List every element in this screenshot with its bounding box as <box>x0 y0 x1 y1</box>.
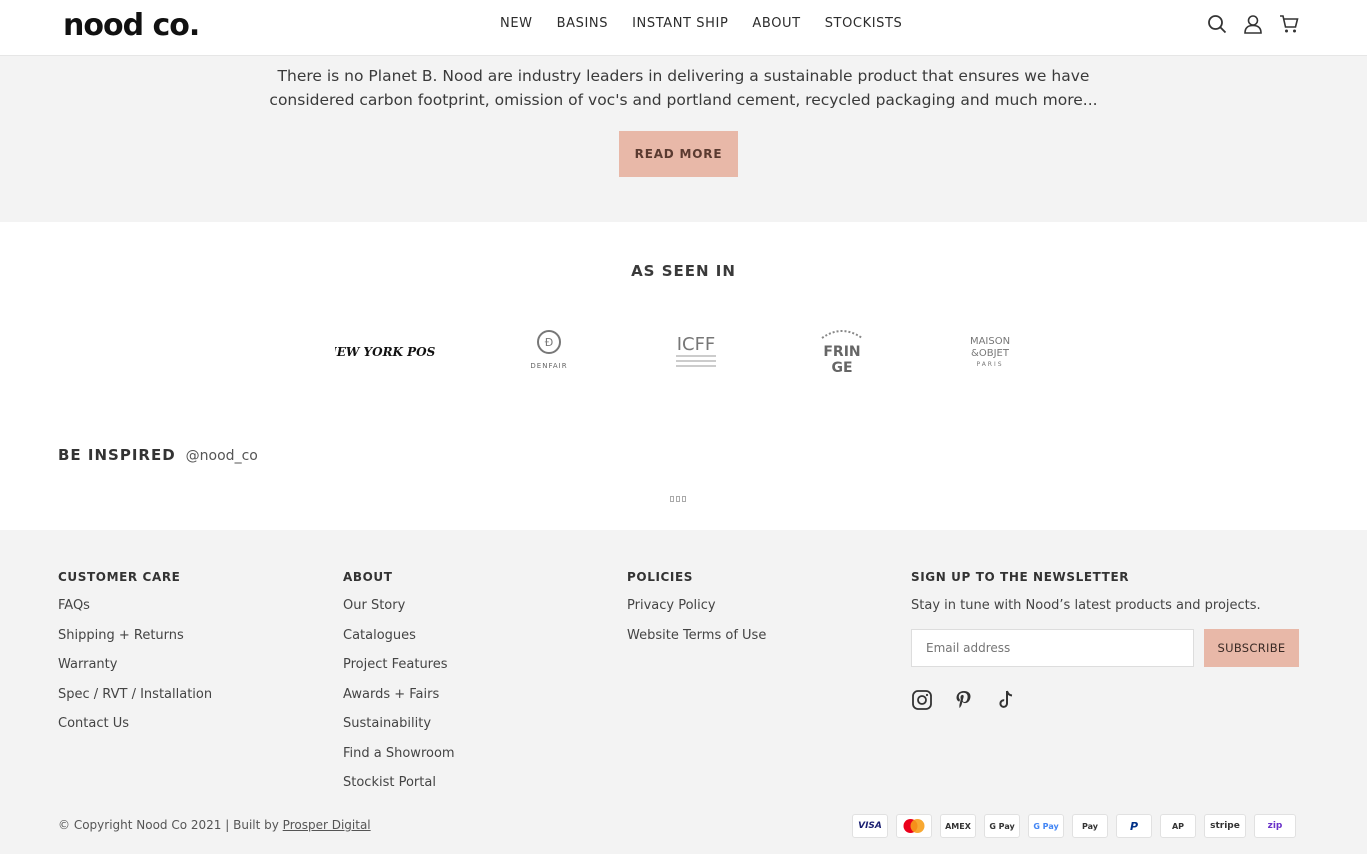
site-logo[interactable]: nood co. <box>63 8 200 43</box>
footer-policies: POLICIES Privacy Policy Website Terms of… <box>627 570 766 657</box>
subscribe-button[interactable]: SUBSCRIBE <box>1204 629 1299 667</box>
google-pay-color-icon: G Pay <box>1028 814 1064 838</box>
policies-heading: POLICIES <box>627 570 694 584</box>
svg-text:&OBJET: &OBJET <box>971 348 1010 359</box>
cart-icon[interactable] <box>1279 14 1299 34</box>
footer-link-privacy[interactable]: Privacy Policy <box>627 598 766 628</box>
zip-icon: zip <box>1254 814 1296 838</box>
press-logo-icff: ICFF <box>662 326 730 376</box>
social-links <box>911 689 1299 711</box>
user-icon[interactable] <box>1243 14 1263 34</box>
site-header: nood co. NEW BASINS INSTANT SHIP ABOUT S… <box>0 0 1367 56</box>
payment-methods: VISA MC AMEX G Pay G Pay Pay P AP stripe… <box>852 814 1296 838</box>
svg-text:ICFF: ICFF <box>677 334 716 355</box>
press-logos: NEW YORK POST Đ DENFAIR ICFF FRINGE MAISO… <box>0 326 1367 376</box>
copyright-label: © Copyright Nood Co 2021 | Built by <box>58 818 283 832</box>
svg-text:MAISON: MAISON <box>970 336 1010 347</box>
builder-link[interactable]: Prosper Digital <box>283 818 371 832</box>
footer-link-stockist-portal[interactable]: Stockist Portal <box>343 775 455 805</box>
svg-text:FRIN: FRIN <box>823 344 860 360</box>
loader-dot <box>670 496 674 502</box>
mastercard-icon: MC <box>896 814 932 838</box>
footer-link-awards[interactable]: Awards + Fairs <box>343 687 455 717</box>
footer-link-spec[interactable]: Spec / RVT / Installation <box>58 687 212 717</box>
footer-link-find-showroom[interactable]: Find a Showroom <box>343 746 455 776</box>
loader-dot <box>676 496 680 502</box>
footer-link-contact[interactable]: Contact Us <box>58 716 212 746</box>
newsletter-heading: SIGN UP TO THE NEWSLETTER <box>911 570 1130 584</box>
sustainability-text: There is no Planet B. Nood are industry … <box>0 64 1367 112</box>
copyright-text: © Copyright Nood Co 2021 | Built by Pros… <box>58 818 371 832</box>
press-logo-maison-objet: MAISON &OBJET PARIS <box>956 326 1024 376</box>
svg-text:Đ: Đ <box>545 336 554 349</box>
footer-link-terms[interactable]: Website Terms of Use <box>627 628 766 658</box>
instagram-handle[interactable]: @nood_co <box>186 448 258 464</box>
footer-link-our-story[interactable]: Our Story <box>343 598 455 628</box>
sustainability-line-2: considered carbon footprint, omission of… <box>269 91 1098 109</box>
svg-text:PARIS: PARIS <box>976 361 1003 368</box>
nav-about[interactable]: ABOUT <box>752 16 800 31</box>
site-footer: CUSTOMER CARE FAQs Shipping + Returns Wa… <box>0 530 1367 854</box>
nav-stockists[interactable]: STOCKISTS <box>825 16 903 31</box>
instagram-feed-header: BE INSPIRED @nood_co <box>58 446 258 464</box>
press-logo-new-york-post: NEW YORK POST <box>330 326 440 376</box>
newsletter-text: Stay in tune with Nood’s latest products… <box>911 598 1261 613</box>
press-logo-melbourne-fringe: FRIN GE <box>808 326 876 376</box>
newsletter-form: SUBSCRIBE <box>911 629 1299 667</box>
pinterest-icon[interactable] <box>953 689 975 711</box>
stripe-icon: stripe <box>1204 814 1246 838</box>
search-icon[interactable] <box>1207 14 1227 34</box>
footer-about: ABOUT Our Story Catalogues Project Featu… <box>343 570 455 805</box>
main-nav: NEW BASINS INSTANT SHIP ABOUT STOCKISTS <box>500 16 902 31</box>
be-inspired-title: BE INSPIRED <box>58 446 176 464</box>
loading-indicator <box>670 496 686 502</box>
amex-icon: AMEX <box>940 814 976 838</box>
about-heading: ABOUT <box>343 570 393 584</box>
google-pay-icon: G Pay <box>984 814 1020 838</box>
tiktok-icon[interactable] <box>995 689 1017 711</box>
footer-link-project-features[interactable]: Project Features <box>343 657 455 687</box>
new-york-post-text: NEW YORK POST <box>335 345 435 359</box>
nav-basins[interactable]: BASINS <box>557 16 608 31</box>
sustainability-line-1: There is no Planet B. Nood are industry … <box>277 67 1090 85</box>
paypal-icon: P <box>1116 814 1152 838</box>
as-seen-in-title: AS SEEN IN <box>631 262 736 280</box>
read-more-button[interactable]: READ MORE <box>619 131 738 177</box>
svg-text:GE: GE <box>831 360 852 376</box>
footer-customer-care: CUSTOMER CARE FAQs Shipping + Returns Wa… <box>58 570 212 746</box>
header-actions <box>1207 14 1299 34</box>
afterpay-icon: AP <box>1160 814 1196 838</box>
footer-link-faqs[interactable]: FAQs <box>58 598 212 628</box>
visa-icon: VISA <box>852 814 888 838</box>
footer-link-catalogues[interactable]: Catalogues <box>343 628 455 658</box>
press-logo-denfair: Đ DENFAIR <box>515 326 583 376</box>
footer-link-sustainability[interactable]: Sustainability <box>343 716 455 746</box>
customer-care-heading: CUSTOMER CARE <box>58 570 181 584</box>
nav-instant-ship[interactable]: INSTANT SHIP <box>632 16 728 31</box>
footer-newsletter: SIGN UP TO THE NEWSLETTER Stay in tune w… <box>911 570 1299 711</box>
newsletter-email-input[interactable] <box>911 629 1194 667</box>
apple-pay-icon: Pay <box>1072 814 1108 838</box>
loader-dot <box>682 496 686 502</box>
svg-text:DENFAIR: DENFAIR <box>530 362 567 370</box>
sustainability-section: There is no Planet B. Nood are industry … <box>0 56 1367 222</box>
footer-link-warranty[interactable]: Warranty <box>58 657 212 687</box>
footer-link-shipping-returns[interactable]: Shipping + Returns <box>58 628 212 658</box>
instagram-icon[interactable] <box>911 689 933 711</box>
nav-new[interactable]: NEW <box>500 16 533 31</box>
